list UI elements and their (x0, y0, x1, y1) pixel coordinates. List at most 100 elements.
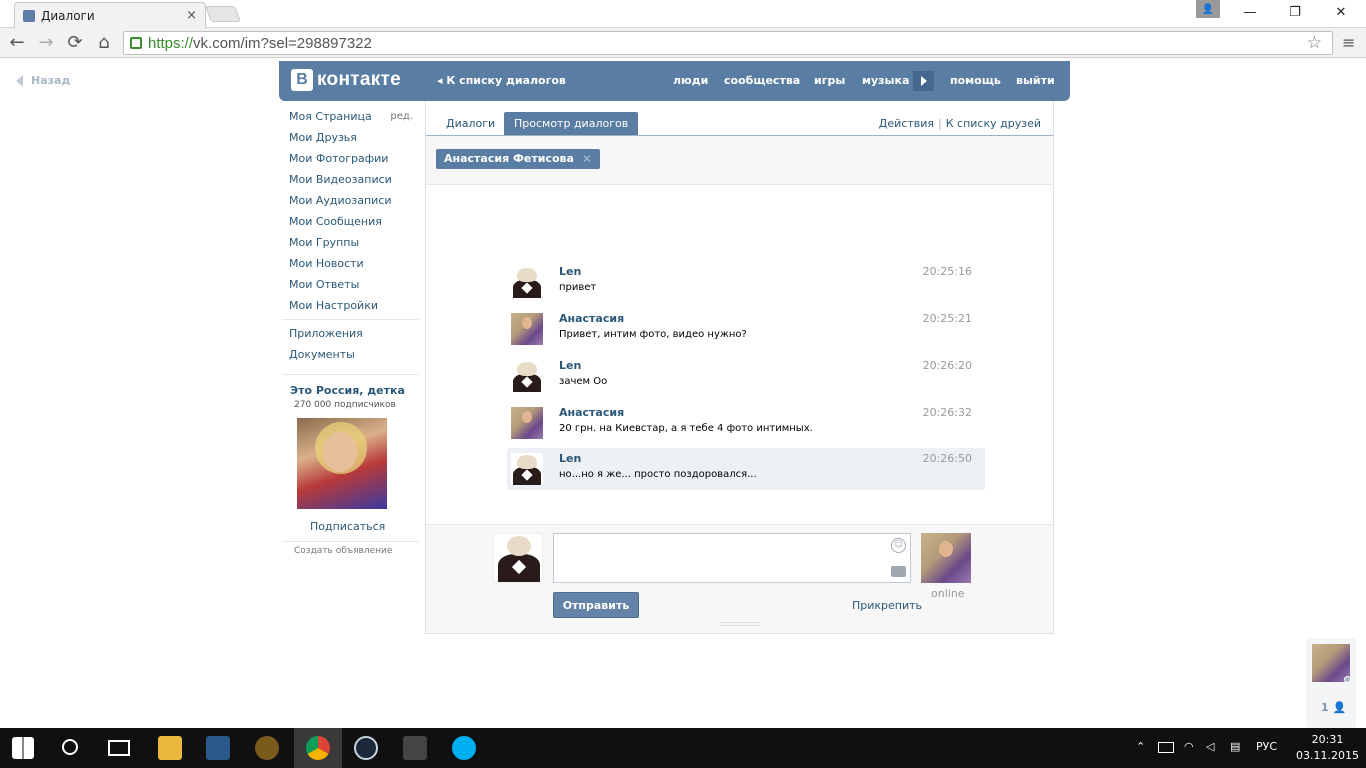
smile-icon[interactable]: ☺ (891, 538, 906, 553)
tab-close-icon[interactable]: × (186, 8, 197, 23)
camera-icon[interactable] (891, 566, 906, 577)
panel-tabs: Диалоги Просмотр диалогов Действия | К спи… (426, 101, 1053, 136)
peer-chip[interactable]: Анастасия Фетисова ✕ (436, 149, 600, 169)
vk-header: В контакте ◂ К списку диалогов люди сооб… (279, 61, 1070, 101)
restore-button[interactable]: ❐ (1283, 4, 1307, 22)
reload-icon[interactable]: ⟳ (64, 33, 86, 53)
new-tab-button[interactable] (205, 6, 241, 22)
vk-logo[interactable]: В контакте (291, 69, 401, 91)
steam-icon[interactable] (354, 736, 378, 760)
menu-apps[interactable]: Приложения (289, 327, 419, 348)
menu-audio[interactable]: Мои Аудиозаписи (289, 194, 419, 215)
create-ad-link[interactable]: Создать объявление (294, 546, 392, 556)
nav-music[interactable]: музыка (862, 74, 909, 87)
app-icon[interactable] (206, 736, 230, 760)
skype-icon[interactable] (452, 736, 476, 760)
message-author[interactable]: Len (559, 359, 581, 372)
taskbar: ⌃ ◠ ◁ ▤ РУС 20:31 03.11.2015 (0, 728, 1366, 768)
address-bar[interactable]: https://vk.com/im?sel=298897322 ☆ (123, 31, 1333, 55)
message-row[interactable]: Len 20:26:20 зачем Оо (507, 355, 985, 397)
message-author[interactable]: Len (559, 452, 581, 465)
message-row[interactable]: Анастасия 20:25:21 Привет, интим фото, в… (507, 308, 985, 350)
message-author[interactable]: Анастасия (559, 312, 624, 325)
play-icon[interactable] (913, 71, 934, 91)
message-row[interactable]: Анастасия 20:26:32 20 грн. на Киевстар, … (507, 402, 985, 444)
nav-logout[interactable]: выйти (1016, 74, 1055, 87)
message-text: но...но я же... просто поздоровался... (559, 469, 757, 480)
menu-divider (282, 374, 419, 375)
message-author[interactable]: Анастасия (559, 406, 624, 419)
actions-link[interactable]: Действия (879, 117, 934, 130)
menu-news[interactable]: Мои Новости (289, 257, 419, 278)
forward-arrow-icon[interactable]: → (35, 33, 57, 53)
menu-friends[interactable]: Мои Друзья (289, 131, 419, 152)
peer-avatar[interactable] (921, 533, 971, 583)
attach-link[interactable]: Прикрепить (852, 599, 922, 612)
warcraft-icon[interactable] (255, 736, 279, 760)
chrome-icon[interactable] (306, 736, 330, 760)
menu-photos[interactable]: Мои Фотографии (289, 152, 419, 173)
back-to-dialogs-link[interactable]: ◂ К списку диалогов (437, 74, 566, 87)
tab-dialogs[interactable]: Диалоги (436, 112, 505, 135)
world-of-tanks-icon[interactable] (403, 736, 427, 760)
public-image[interactable] (297, 418, 387, 509)
show-hidden-icons-icon[interactable]: ⌃ (1136, 740, 1145, 753)
avatar[interactable] (511, 407, 543, 439)
edit-link[interactable]: ред. (390, 110, 413, 124)
message-time: 20:26:32 (922, 406, 972, 419)
notification-icon[interactable]: ▤ (1230, 740, 1240, 753)
menu-divider (282, 541, 419, 542)
lock-icon (130, 37, 142, 49)
search-icon[interactable] (62, 739, 78, 755)
file-explorer-icon[interactable] (158, 736, 182, 760)
message-row[interactable]: Len 20:26:50 но...но я же... просто позд… (507, 448, 985, 490)
message-row[interactable]: Len 20:25:16 привет (507, 261, 985, 303)
home-icon[interactable]: ⌂ (93, 33, 115, 53)
browser-tab[interactable]: Диалоги × (14, 2, 206, 28)
chrome-menu-icon[interactable]: ≡ (1342, 33, 1355, 52)
my-avatar[interactable] (493, 533, 543, 583)
close-window-button[interactable]: ✕ (1329, 4, 1353, 22)
language-indicator[interactable]: РУС (1256, 740, 1277, 753)
nav-communities[interactable]: сообщества (724, 74, 800, 87)
friends-online-widget[interactable]: 1 👤 (1306, 638, 1356, 728)
subscribe-link[interactable]: Подписаться (310, 520, 385, 533)
volume-icon[interactable]: ◁ (1206, 740, 1214, 753)
menu-videos[interactable]: Мои Видеозаписи (289, 173, 419, 194)
nav-games[interactable]: игры (814, 74, 845, 87)
resize-handle[interactable] (719, 622, 759, 626)
menu-my-page[interactable]: Моя Страница ред. (289, 110, 419, 131)
menu-settings[interactable]: Мои Настройки (289, 299, 419, 320)
clock[interactable]: 20:31 03.11.2015 (1296, 732, 1359, 764)
message-text: 20 грн. на Киевстар, а я тебе 4 фото инт… (559, 423, 813, 434)
menu-groups[interactable]: Мои Группы (289, 236, 419, 257)
tab-title: Диалоги (41, 8, 95, 23)
nav-people[interactable]: люди (673, 74, 708, 87)
wifi-icon[interactable]: ◠ (1184, 740, 1194, 753)
task-view-icon[interactable] (108, 740, 130, 756)
public-title[interactable]: Это Россия, детка (290, 384, 405, 397)
message-author[interactable]: Len (559, 265, 581, 278)
friends-list-link[interactable]: К списку друзей (946, 117, 1041, 130)
remove-peer-icon[interactable]: ✕ (582, 149, 592, 169)
message-text: привет (559, 282, 597, 293)
menu-documents[interactable]: Документы (289, 348, 419, 369)
avatar[interactable] (511, 360, 543, 392)
minimize-button[interactable]: — (1238, 4, 1262, 22)
menu-messages[interactable]: Мои Сообщения (289, 215, 419, 236)
chrome-user-icon[interactable]: 👤 (1196, 0, 1220, 18)
windows-logo-icon[interactable] (12, 737, 34, 759)
message-input[interactable]: ☺ (553, 533, 911, 583)
avatar[interactable] (511, 453, 543, 485)
avatar[interactable] (511, 266, 543, 298)
avatar[interactable] (511, 313, 543, 345)
battery-icon[interactable] (1158, 742, 1174, 753)
bookmark-star-icon[interactable]: ☆ (1307, 33, 1322, 53)
menu-answers[interactable]: Мои Ответы (289, 278, 419, 299)
back-link[interactable]: Назад (16, 74, 70, 87)
tab-view-dialogs[interactable]: Просмотр диалогов (504, 112, 639, 135)
back-arrow-icon[interactable]: ← (6, 33, 28, 53)
send-button[interactable]: Отправить (553, 592, 639, 618)
online-dot-icon (1344, 676, 1351, 683)
nav-help[interactable]: помощь (950, 74, 1001, 87)
